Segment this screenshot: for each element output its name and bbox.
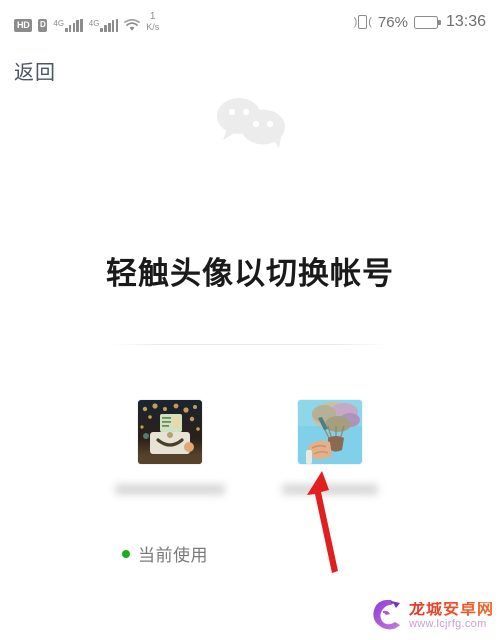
account-item [115,400,225,495]
signal-icon-sim1: 4G [53,18,83,32]
network-gen-label-1: 4G [53,18,65,28]
battery-icon [413,15,441,29]
site-watermark: 龙城安卓网 www.lcjrfg.com [369,597,494,636]
status-bar-right: ) ( 76% 13:36 [354,13,486,31]
hd-icon: HD [14,18,33,32]
network-speed-indicator: 1 K/s [146,12,159,32]
status-bar: HD D 4G 4G 1 K/s) (76% 13:36 [0,0,500,44]
account-list [0,400,500,495]
signal-bars-2 [100,18,119,32]
clock-label: 13:36 [445,13,486,30]
phone-screen: HD D 4G 4G 1 K/s) (76% 13:36 返回 轻触头像以切… [0,0,500,640]
network-speed-value: 1 [149,11,156,23]
page-title: 轻触头像以切换帐号 [106,256,394,291]
wechat-logo [211,96,289,153]
back-button[interactable]: 返回 [14,56,56,85]
divider [110,344,390,345]
account-avatar-cake-photo[interactable] [138,400,202,464]
status-badge: 当前使用 [122,541,208,566]
signal-bars-1 [65,18,83,32]
sim-card-icon: D [38,18,48,32]
signal-icon-sim2: 4G [88,18,119,32]
account-nickname-redacted [115,484,225,495]
network-gen-label-2: 4G [88,18,100,28]
status-bar-left: HD D 4G 4G 1 K/s [14,12,159,32]
watermark-site-url: www.lcjrfg.com [408,618,487,631]
battery-percent-label: 76% [377,13,408,31]
current-account-label: 当前使用 [138,546,208,565]
watermark-text: 龙城安卓网 www.lcjrfg.com [409,602,494,630]
account-item [282,400,378,495]
status-dot-icon [122,549,130,558]
account-nickname-redacted [282,484,378,495]
dragon-logo [369,597,405,636]
watermark-site-name: 龙城安卓网 [408,601,494,619]
account-avatar-flowers-photo[interactable] [298,400,362,464]
network-speed-unit: K/s [146,21,160,32]
wifi-icon [124,18,141,32]
vibrate-icon: ) ( [353,15,372,29]
